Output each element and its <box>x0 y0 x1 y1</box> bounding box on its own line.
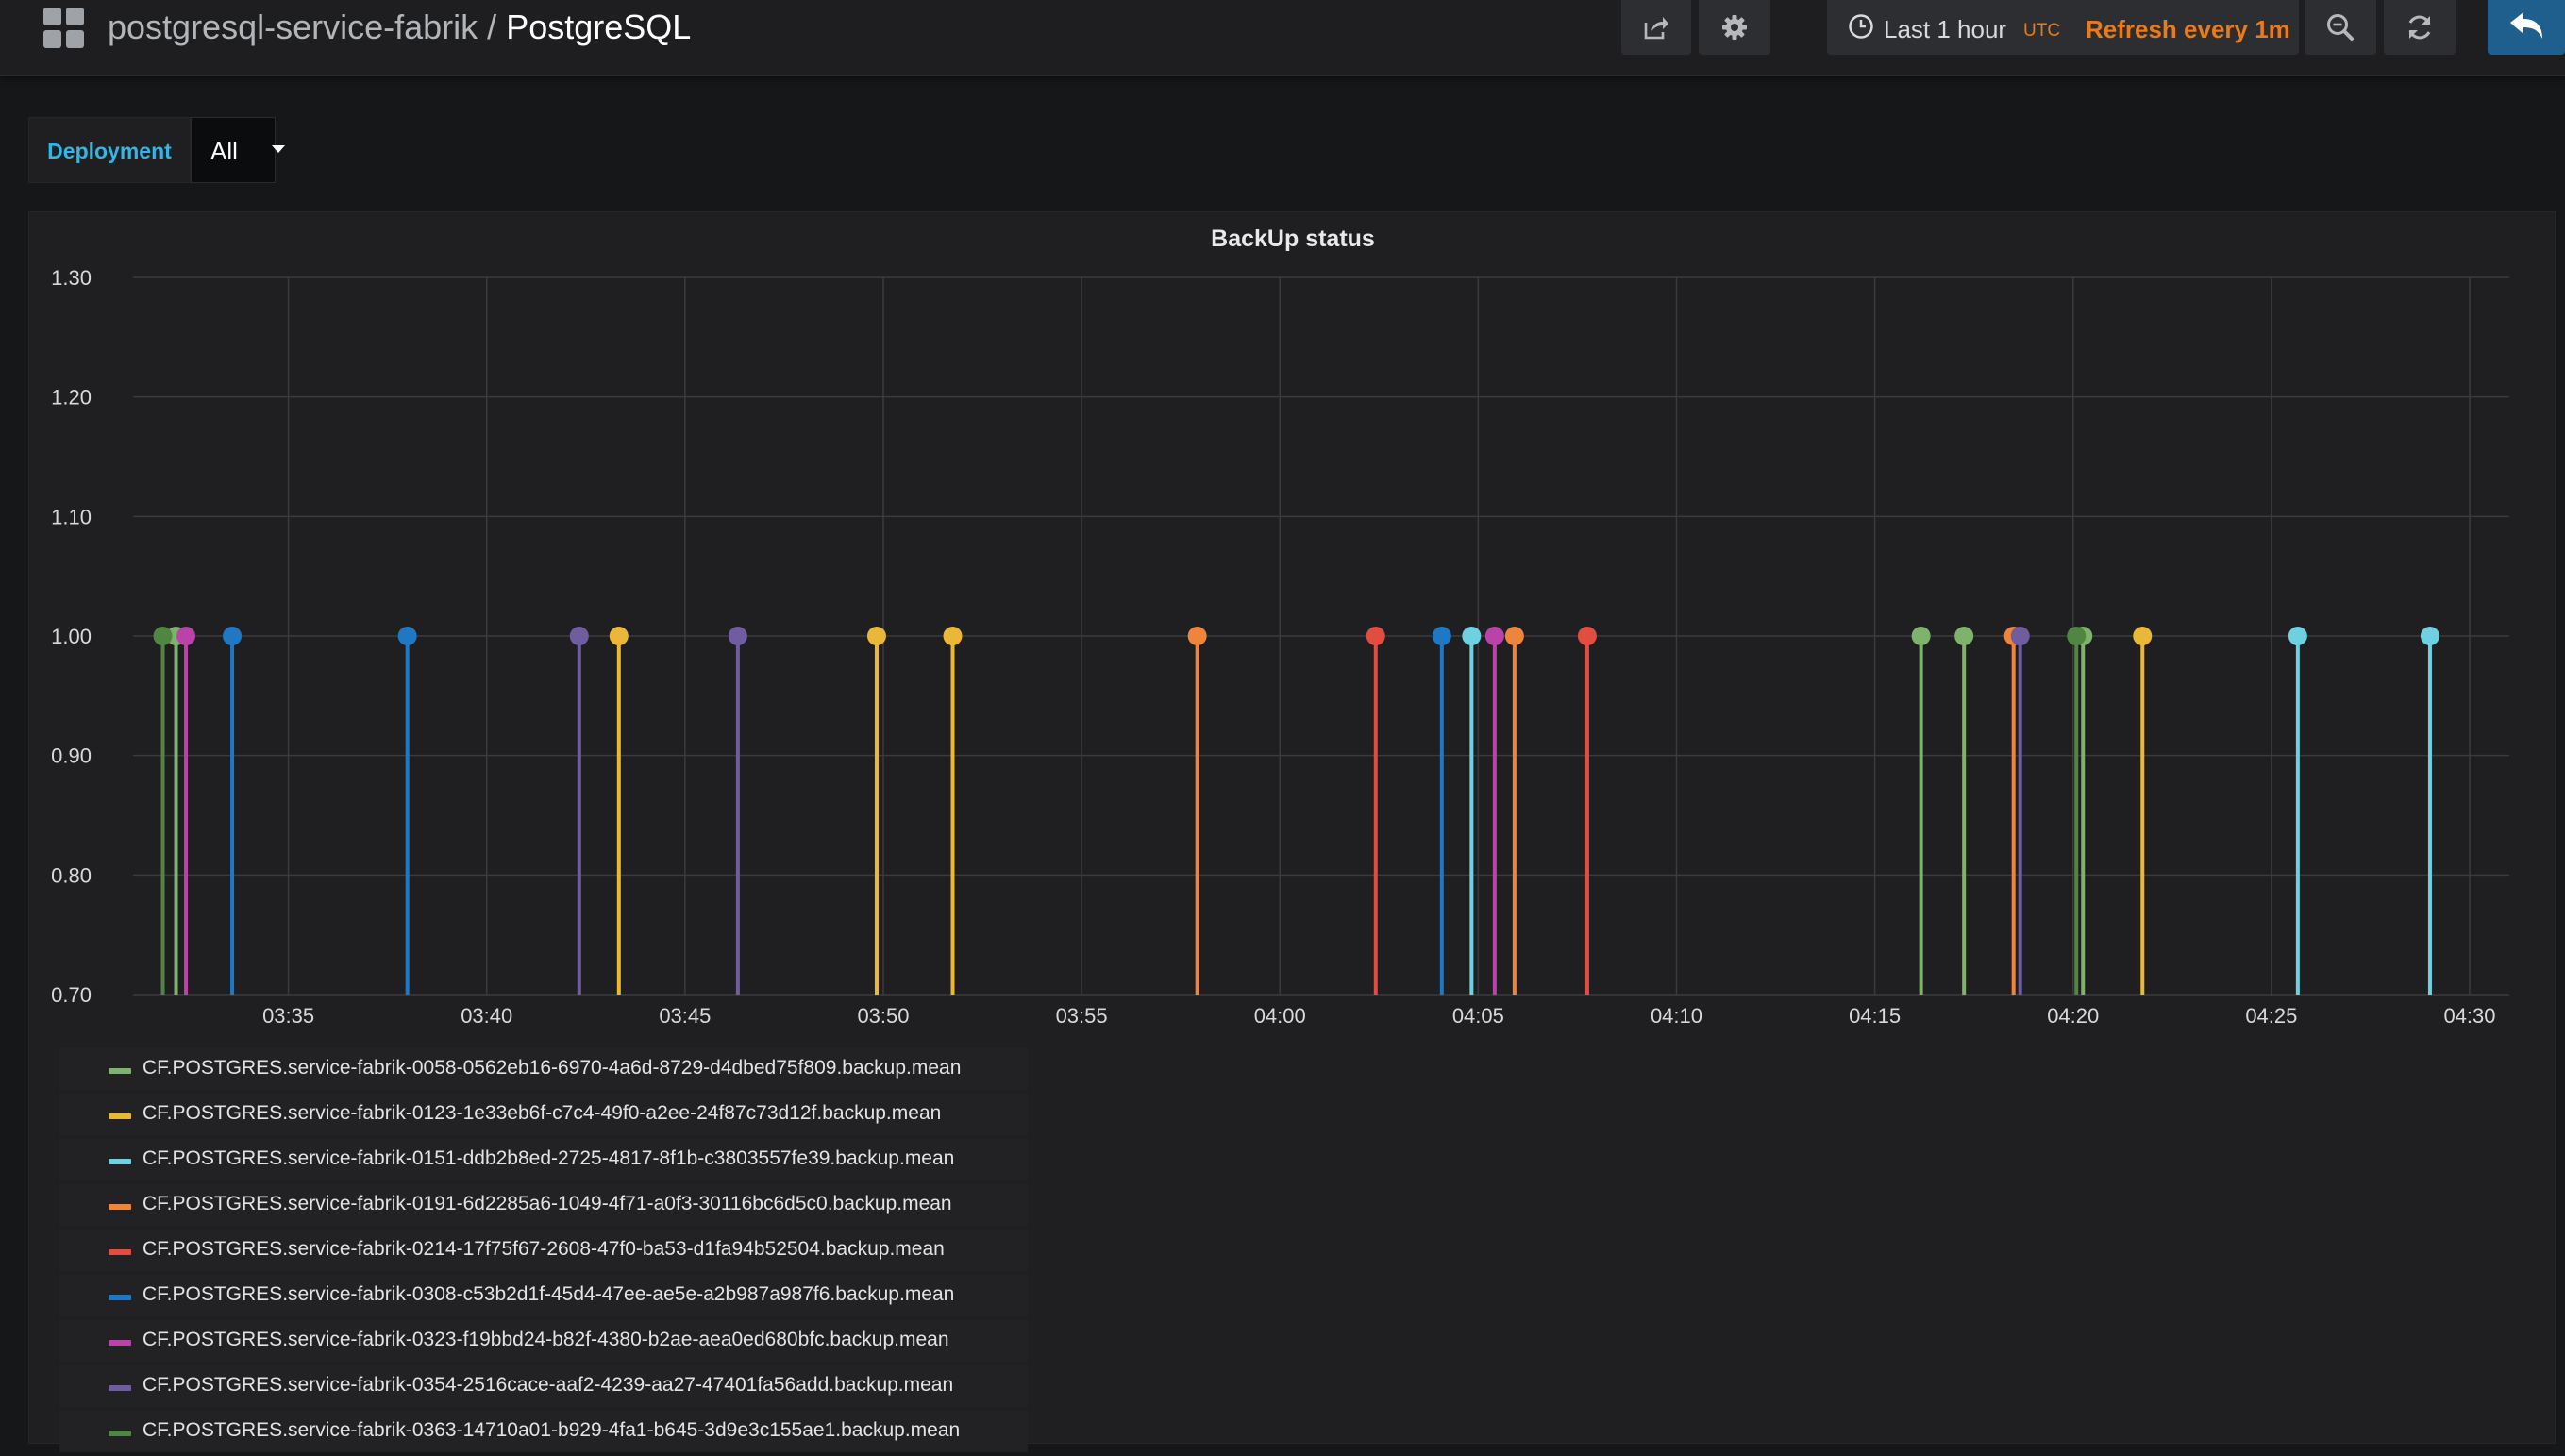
y-tick-label: 1.30 <box>51 266 92 290</box>
graph-panel: BackUp status 0.70 0.80 0.90 1.00 1.10 1.20 1.… <box>28 211 2556 1452</box>
series-2-point <box>2288 627 2307 645</box>
x-tick-label: 04:30 <box>2443 1004 2495 1028</box>
dashboard-title[interactable]: PostgreSQL <box>506 8 691 46</box>
series-7-point <box>728 627 747 645</box>
series-4-point <box>1577 627 1597 645</box>
time-range-label: Last 1 hour <box>1884 15 2007 43</box>
x-tick-label: 04:00 <box>1254 1004 1306 1028</box>
top-navbar: postgresql-service-fabrik / PostgreSQL L… <box>0 0 2565 76</box>
series-7-point <box>2010 627 2030 645</box>
y-tick-label: 1.00 <box>51 625 92 648</box>
legend-swatch <box>109 1113 131 1119</box>
legend-item[interactable]: CF.POSTGRES.service-fabrik-0123-1e33eb6f… <box>59 1094 1028 1135</box>
legend-label: CF.POSTGRES.service-fabrik-0191-6d2285a6… <box>142 1193 952 1214</box>
series-8-point <box>2067 627 2087 645</box>
series-1-point <box>609 627 629 645</box>
series-2-point <box>2420 627 2439 645</box>
share-button[interactable] <box>1621 0 1691 55</box>
series-0-point <box>1954 627 1974 645</box>
back-button[interactable] <box>2488 0 2565 55</box>
series-4-point <box>1366 627 1385 645</box>
zoom-out-icon <box>2327 14 2354 41</box>
breadcrumb: postgresql-service-fabrik / PostgreSQL <box>108 4 691 51</box>
legend-swatch <box>109 1295 131 1300</box>
caret-down-icon <box>272 145 285 153</box>
series-8-point <box>153 627 173 645</box>
legend-item[interactable]: CF.POSTGRES.service-fabrik-0058-0562eb16… <box>59 1048 1028 1090</box>
series-7-point <box>569 627 589 645</box>
y-tick-label: 1.10 <box>51 505 92 528</box>
series-5-point <box>1432 627 1451 645</box>
series-3-point <box>1504 627 1524 645</box>
legend-item[interactable]: CF.POSTGRES.service-fabrik-0151-ddb2b8ed… <box>59 1139 1028 1180</box>
legend-item[interactable]: CF.POSTGRES.service-fabrik-0214-17f75f67… <box>59 1230 1028 1271</box>
series-6-point <box>176 627 196 645</box>
legend-item[interactable]: CF.POSTGRES.service-fabrik-0191-6d2285a6… <box>59 1184 1028 1226</box>
deployment-variable-label: Deployment <box>28 117 191 183</box>
share-icon <box>1644 17 1668 40</box>
back-arrow-icon <box>2510 12 2542 39</box>
y-tick-label: 1.20 <box>51 386 92 410</box>
x-tick-label: 04:20 <box>2047 1004 2099 1028</box>
legend-item[interactable]: CF.POSTGRES.service-fabrik-0323-f19bbd24… <box>59 1320 1028 1362</box>
chart-legend: CF.POSTGRES.service-fabrik-0058-0562eb16… <box>59 1048 1028 1456</box>
x-tick-label: 03:55 <box>1056 1004 1108 1028</box>
legend-swatch <box>109 1385 131 1391</box>
x-tick-label: 04:15 <box>1849 1004 1901 1028</box>
refresh-icon <box>2408 15 2431 40</box>
x-tick-label: 04:05 <box>1452 1004 1504 1028</box>
deployment-variable-select[interactable]: All <box>191 117 276 183</box>
legend-swatch <box>109 1340 131 1346</box>
series-2-point <box>1462 627 1482 645</box>
series-0-point <box>1911 627 1931 645</box>
x-tick-label: 03:35 <box>262 1004 314 1028</box>
series-1-point <box>943 627 963 645</box>
legend-label: CF.POSTGRES.service-fabrik-0323-f19bbd24… <box>142 1329 949 1350</box>
legend-swatch <box>109 1204 131 1210</box>
legend-item[interactable]: CF.POSTGRES.service-fabrik-0308-c53b2d1f… <box>59 1275 1028 1316</box>
series-1-point <box>866 627 886 645</box>
refresh-button[interactable] <box>2384 0 2456 55</box>
legend-label: CF.POSTGRES.service-fabrik-0123-1e33eb6f… <box>142 1102 942 1124</box>
backup-status-chart: 0.70 0.80 0.90 1.00 1.10 1.20 1.30 03:35 03:40 03… <box>51 266 2509 1028</box>
gear-icon <box>1722 15 1747 40</box>
legend-item[interactable]: CF.POSTGRES.service-fabrik-0363-14710a01… <box>59 1411 1028 1452</box>
legend-item[interactable]: CF.POSTGRES.service-fabrik-0354-2516cace… <box>59 1365 1028 1407</box>
legend-label: CF.POSTGRES.service-fabrik-0151-ddb2b8ed… <box>142 1147 955 1169</box>
series-1-point <box>2133 627 2153 645</box>
series-5-point <box>223 627 243 645</box>
legend-swatch <box>109 1068 131 1074</box>
dashboard-folder-link[interactable]: postgresql-service-fabrik <box>108 8 478 46</box>
time-picker-button[interactable]: Last 1 hour UTC Refresh every 1m <box>1827 0 2299 55</box>
legend-swatch <box>109 1249 131 1255</box>
y-tick-label: 0.90 <box>51 745 92 768</box>
settings-button[interactable] <box>1699 0 1770 55</box>
timezone-label: UTC <box>2023 21 2061 41</box>
y-tick-label: 0.80 <box>51 863 92 887</box>
zoom-out-button[interactable] <box>2305 0 2376 55</box>
x-tick-label: 03:50 <box>857 1004 909 1028</box>
series-3-point <box>1187 627 1207 645</box>
x-tick-label: 03:40 <box>461 1004 512 1028</box>
refresh-interval-label: Refresh every 1m <box>2086 15 2290 43</box>
series-6-point <box>1484 627 1504 645</box>
y-tick-label: 0.70 <box>51 983 92 1007</box>
legend-swatch <box>109 1159 131 1164</box>
x-tick-label: 03:45 <box>659 1004 711 1028</box>
legend-label: CF.POSTGRES.service-fabrik-0214-17f75f67… <box>142 1238 945 1260</box>
legend-label: CF.POSTGRES.service-fabrik-0363-14710a01… <box>142 1419 961 1441</box>
legend-label: CF.POSTGRES.service-fabrik-0308-c53b2d1f… <box>142 1283 955 1305</box>
series-5-point <box>397 627 417 645</box>
grid-icon[interactable] <box>43 8 85 49</box>
x-tick-label: 04:10 <box>1651 1004 1702 1028</box>
clock-icon <box>1849 14 1873 39</box>
breadcrumb-separator: / <box>487 8 497 46</box>
legend-swatch <box>109 1431 131 1436</box>
legend-label: CF.POSTGRES.service-fabrik-0354-2516cace… <box>142 1374 954 1396</box>
legend-label: CF.POSTGRES.service-fabrik-0058-0562eb16… <box>142 1057 962 1079</box>
x-tick-label: 04:25 <box>2245 1004 2297 1028</box>
